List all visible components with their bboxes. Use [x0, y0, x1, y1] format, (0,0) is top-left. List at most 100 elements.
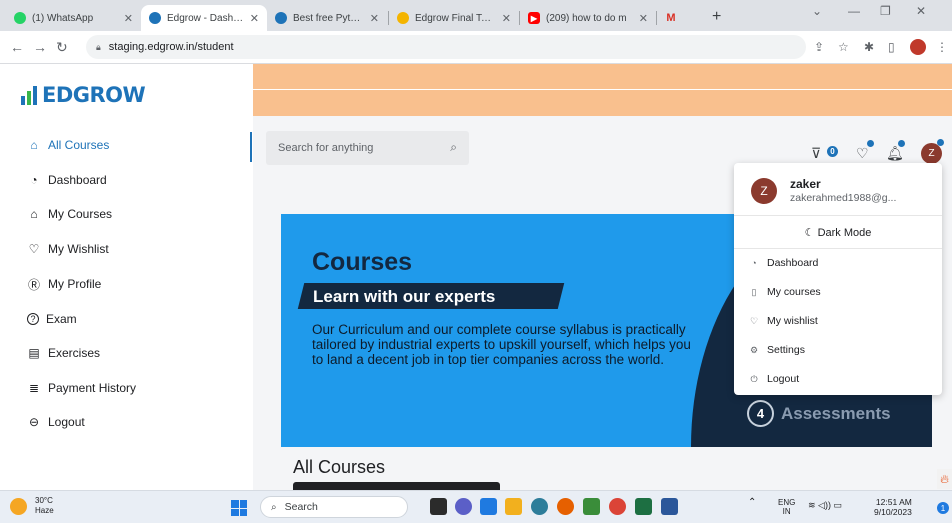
system-clock[interactable]: 12:51 AM 9/10/2023 — [874, 497, 912, 517]
windows-start-icon[interactable] — [231, 500, 247, 516]
word-icon[interactable] — [661, 498, 678, 515]
sidebar-item-dashboard[interactable]: ◔ Dashboard — [27, 173, 106, 187]
cart-count-badge: 0 — [827, 146, 838, 157]
forward-icon[interactable]: → — [33, 39, 47, 55]
dark-mode-toggle[interactable]: ☾ Dark Mode — [734, 226, 942, 239]
sidebar-item-all-courses[interactable]: ⌂ All Courses — [27, 138, 109, 152]
window-close-icon[interactable]: ✕ — [916, 4, 926, 18]
url-text: staging.edgrow.in/student — [108, 41, 234, 53]
region-code: IN — [782, 507, 791, 516]
browser-profile-avatar[interactable] — [910, 39, 926, 55]
close-icon[interactable]: ✕ — [124, 12, 133, 25]
sidebar-item-my-wishlist[interactable]: ♡ My Wishlist — [27, 242, 109, 256]
tray-overflow-icon[interactable]: ⌃ — [748, 498, 756, 508]
profile-icon: Ⓡ — [27, 277, 40, 292]
bell-icon[interactable]: 🔔︎ — [886, 145, 904, 162]
menu-item-settings[interactable]: ⚙ Settings — [749, 344, 805, 356]
tab-edgrow-dashboard[interactable]: Edgrow - Dashboar ✕ — [141, 5, 267, 31]
weather-condition: Haze — [35, 506, 54, 515]
user-dropdown-menu: Z zaker zakerahmed1988@g... ☾ Dark Mode … — [734, 163, 942, 395]
chrome-icon[interactable] — [609, 498, 626, 515]
wishlist-heart-icon[interactable]: ♡ — [856, 145, 869, 162]
sidebar-item-my-courses[interactable]: ⌂ My Courses — [27, 207, 112, 221]
language-indicator[interactable]: ENG IN — [778, 498, 795, 516]
sidebar-item-exercises[interactable]: ▤ Exercises — [27, 346, 100, 360]
tab-edgrow-testing[interactable]: Edgrow Final Testin ✕ — [389, 5, 519, 31]
notepad-icon[interactable] — [583, 498, 600, 515]
menu-item-my-courses[interactable]: ▯ My courses — [749, 286, 821, 298]
tab-gmail[interactable]: M — [657, 5, 705, 31]
tab-label: (1) WhatsApp — [32, 12, 94, 24]
question-icon: ? — [27, 313, 39, 325]
search-icon: ⌕ — [271, 501, 277, 513]
assessments-count: 4 — [747, 400, 774, 427]
sidebar-item-logout[interactable]: ⊖ Logout — [27, 415, 85, 429]
firefox-icon[interactable] — [557, 498, 574, 515]
close-icon[interactable]: ✕ — [502, 12, 511, 25]
search-input[interactable]: Search for anything ⌕ — [266, 131, 469, 165]
assessments-stat: 4 Assessments — [747, 400, 891, 427]
book-icon: ▯ — [751, 286, 757, 297]
tab-whatsapp[interactable]: (1) WhatsApp ✕ — [6, 5, 141, 31]
wifi-volume-battery-icon[interactable]: ≋ ◁)) ▭ — [808, 501, 842, 510]
excel-icon[interactable] — [635, 498, 652, 515]
taskbar-search[interactable]: ⌕ Search — [260, 496, 408, 518]
notification-badge[interactable]: 1 — [937, 502, 949, 514]
tab-label: Edgrow - Dashboar — [167, 12, 244, 24]
widgets-icon[interactable] — [480, 498, 497, 515]
weather-widget[interactable]: 30°C Haze — [10, 496, 54, 516]
weather-sun-icon — [10, 497, 27, 515]
menu-item-label: My wishlist — [767, 315, 818, 327]
sidebar-item-label: Exam — [46, 312, 77, 326]
gear-icon: ⚙ — [749, 344, 759, 355]
menu-item-dashboard[interactable]: ◔ Dashboard — [749, 257, 818, 269]
user-avatar[interactable]: Z — [921, 143, 942, 164]
back-icon[interactable]: ← — [10, 39, 24, 55]
taskview-icon[interactable] — [430, 498, 447, 515]
menu-item-label: Settings — [767, 344, 805, 356]
hero-title: Courses — [312, 248, 413, 276]
close-icon[interactable]: ✕ — [639, 12, 648, 25]
sidebar-item-payment-history[interactable]: ≣ Payment History — [27, 381, 136, 395]
course-card[interactable] — [293, 482, 500, 490]
sidebar-item-exam[interactable]: ? Exam — [27, 312, 77, 326]
edgrow-logo[interactable]: EDGROW — [20, 80, 146, 110]
logo-text: EDGROW — [42, 83, 146, 107]
menu-item-label: Dashboard — [767, 257, 819, 269]
browser-menu-icon[interactable]: ⋮ — [936, 40, 948, 54]
teams-chat-icon[interactable] — [455, 498, 472, 515]
restore-icon[interactable]: ❐ — [880, 4, 891, 18]
power-icon: ⏻ — [750, 373, 758, 384]
tab-youtube[interactable]: ▶ (209) how to do m ✕ — [520, 5, 656, 31]
fire-icon[interactable]: 🔥︎ — [937, 469, 952, 489]
close-icon[interactable]: ✕ — [370, 12, 379, 25]
zoom-icon[interactable] — [531, 498, 548, 515]
dark-mode-label: Dark Mode — [817, 227, 872, 239]
url-field[interactable]: 🔒︎ staging.edgrow.in/student — [86, 35, 806, 59]
cart-icon[interactable]: ⊽ — [811, 145, 821, 162]
notification-dot — [898, 140, 905, 147]
new-tab-button[interactable]: + — [712, 8, 721, 26]
minimize-icon[interactable]: — — [848, 4, 860, 18]
sidepanel-icon[interactable]: ▯ — [888, 40, 895, 54]
drive-icon — [397, 12, 409, 24]
tab-python[interactable]: Best free Python, D ✕ — [267, 5, 387, 31]
menu-item-my-wishlist[interactable]: ♡ My wishlist — [749, 315, 818, 327]
tab-search-chevron-icon[interactable]: ⌄ — [812, 4, 822, 18]
tab-label: Edgrow Final Testin — [415, 12, 496, 24]
reload-icon[interactable]: ↻ — [56, 39, 68, 56]
logo-mark-icon — [21, 86, 37, 105]
menu-item-logout[interactable]: ⏻ Logout — [749, 373, 799, 385]
sidebar-item-label: All Courses — [48, 138, 110, 152]
extensions-icon[interactable]: ✱ — [864, 40, 874, 54]
sidebar-item-my-profile[interactable]: Ⓡ My Profile — [27, 277, 101, 292]
file-explorer-icon[interactable] — [505, 498, 522, 515]
clock-time: 12:51 AM — [875, 497, 912, 507]
user-name: zaker — [790, 177, 821, 191]
hero-description: Our Curriculum and our complete course s… — [312, 322, 691, 367]
share-icon[interactable]: ⇪ — [814, 40, 824, 54]
bookmark-star-icon[interactable]: ☆ — [838, 40, 849, 54]
section-title: All Courses — [293, 457, 386, 477]
close-icon[interactable]: ✕ — [250, 12, 259, 25]
menu-item-label: Logout — [767, 373, 800, 385]
